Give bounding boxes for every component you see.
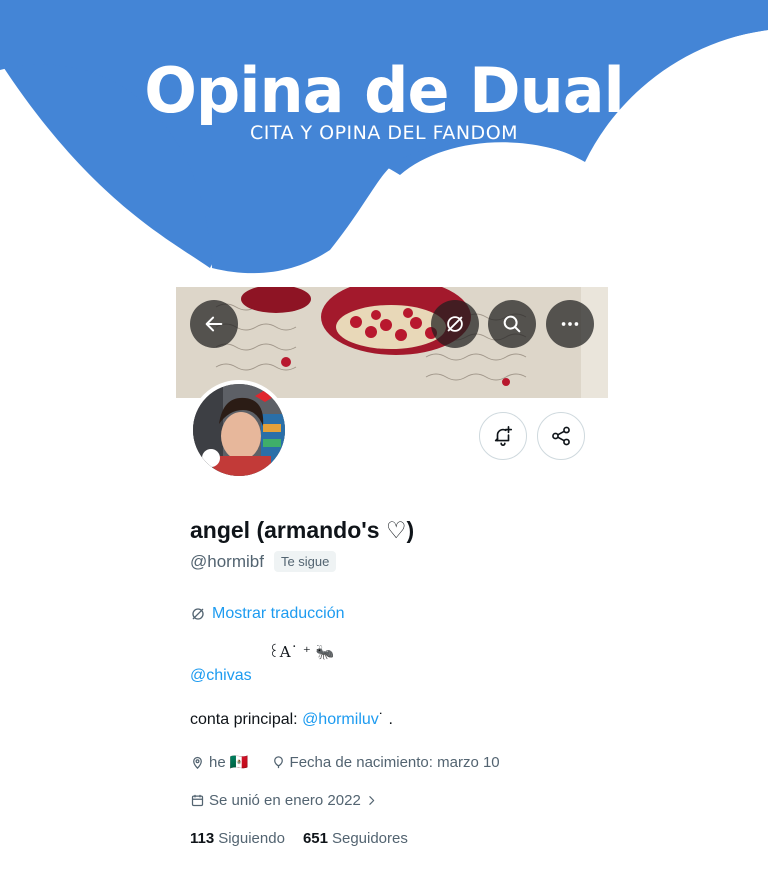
location-text: he 🇲🇽 [209,754,249,771]
followers-count[interactable]: 651 [303,830,328,847]
display-name: angel (armando's ♡) [190,517,415,543]
bio-main-account-link[interactable]: @hormiluv [302,711,379,728]
balloon-icon [273,755,283,768]
back-button[interactable] [190,300,238,348]
show-translation-label[interactable]: Mostrar traducción [212,605,345,623]
bio-main-account: conta principal: @hormiluv˙ . [190,711,393,729]
no-translate-icon [447,316,463,332]
followers-label[interactable]: Seguidores [332,830,408,847]
brand-banner [0,0,768,274]
search-button[interactable] [488,300,536,348]
location: he 🇲🇽 [190,753,249,771]
calendar-icon [191,794,204,807]
share-icon [552,426,570,446]
avatar[interactable] [189,380,289,480]
joined-text: Se unió en enero 2022 [209,792,361,809]
brand-subtitle: CITA Y OPINA DEL FANDOM [249,122,519,144]
follow-stats: 113 Siguiendo 651 Seguidores [190,830,408,847]
profile-meta: he 🇲🇽 Fecha de nacimiento: marzo 10 [190,753,500,771]
birthday: Fecha de nacimiento: marzo 10 [271,754,500,771]
bio-symbols: ꒰A˙ ⁺ 🐜 [268,643,335,661]
share-button[interactable] [537,412,585,460]
bell-plus-icon [494,426,513,446]
arrow-left-icon [205,316,223,332]
bio-main-account-suffix: ˙ . [378,711,393,728]
joined-date[interactable]: Se unió en enero 2022 [190,792,378,809]
bio-main-account-label: conta principal: [190,711,303,728]
bio-mention-link[interactable]: @chivas [190,667,252,685]
more-button[interactable] [546,300,594,348]
notifications-button[interactable] [479,412,527,460]
show-translation-link[interactable]: Mostrar traducción [190,605,345,623]
no-translate-icon [192,608,204,620]
handle: @hormibf [190,551,264,571]
chevron-right-icon [369,796,375,805]
location-pin-icon [193,756,202,769]
following-count[interactable]: 113 [190,830,214,847]
more-horizontal-icon [561,322,579,326]
handle-row: @hormibf Te sigue [190,551,337,572]
translate-toggle-button[interactable] [431,300,479,348]
brand-title: Opina de Dual [144,54,625,127]
following-label[interactable]: Siguiendo [218,830,285,847]
follows-you-badge: Te sigue [273,551,337,572]
search-icon [503,315,521,333]
birthday-text: Fecha de nacimiento: marzo 10 [289,753,500,771]
